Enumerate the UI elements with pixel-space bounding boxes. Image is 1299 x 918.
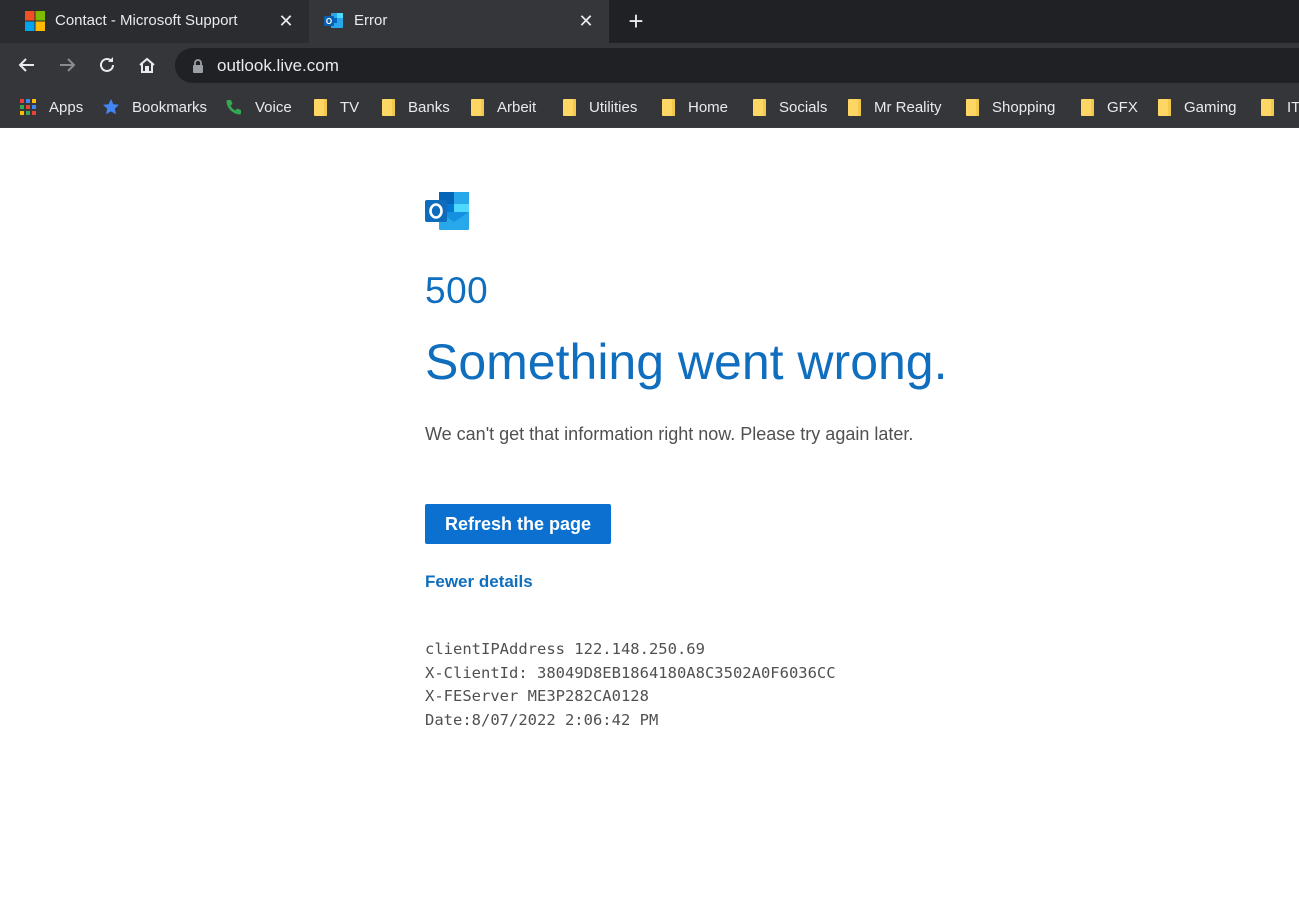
folder-icon — [314, 98, 327, 116]
bookmark-label: Arbeit — [497, 98, 537, 116]
bookmark-label: Banks — [408, 98, 450, 116]
bookmark-label: Bookmarks — [132, 98, 208, 116]
tab-contact-microsoft-support[interactable]: Contact - Microsoft Support ✕ — [0, 0, 309, 43]
voice-phone-icon — [226, 100, 241, 115]
bookmarks-bar: Apps Bookmarks Voice TV Banks Arbeit Uti… — [0, 87, 1299, 128]
tab-title: Error — [354, 12, 388, 29]
svg-text:O: O — [326, 17, 332, 26]
bookmark-folder-tv[interactable]: TV — [314, 96, 359, 118]
folder-icon — [382, 98, 395, 116]
bookmark-folder-arbeit[interactable]: Arbeit — [471, 96, 536, 118]
bookmark-folder-home[interactable]: Home — [662, 96, 728, 118]
refresh-page-button[interactable]: Refresh the page — [425, 504, 611, 544]
bookmark-voice[interactable]: Voice — [225, 96, 292, 118]
outlook-logo-icon — [425, 192, 469, 230]
bookmark-folder-banks[interactable]: Banks — [382, 96, 450, 118]
close-icon[interactable]: ✕ — [575, 10, 597, 32]
bookmark-folder-gfx[interactable]: GFX — [1081, 96, 1138, 118]
url-text: outlook.live.com — [217, 56, 339, 75]
bookmark-folder-socials[interactable]: Socials — [753, 96, 827, 118]
bookmark-bookmarks[interactable]: Bookmarks — [102, 96, 207, 118]
error-message: We can't get that information right now.… — [425, 424, 914, 444]
bookmark-label: Home — [688, 98, 729, 116]
folder-icon — [966, 98, 979, 116]
back-arrow-icon[interactable] — [14, 52, 40, 78]
microsoft-logo-icon — [25, 11, 45, 31]
bookmark-apps[interactable]: Apps — [19, 96, 83, 118]
error-headline: Something went wrong. — [425, 334, 948, 390]
bookmark-folder-gaming[interactable]: Gaming — [1158, 96, 1237, 118]
bookmark-folder-shopping[interactable]: Shopping — [966, 96, 1055, 118]
tab-error[interactable]: O Error ✕ — [309, 0, 609, 43]
bookmark-label: Socials — [779, 98, 828, 116]
new-tab-plus-icon[interactable]: + — [622, 8, 650, 36]
browser-toolbar: outlook.live.com — [0, 43, 1299, 87]
diagnostic-line: X-FEServer ME3P282CA0128 — [425, 687, 649, 706]
bookmark-label: TV — [340, 98, 360, 116]
diagnostic-line: Date:8/07/2022 2:06:42 PM — [425, 711, 659, 730]
bookmark-label: GFX — [1107, 98, 1138, 116]
diagnostic-line: X-ClientId: 38049D8EB1864180A8C3502A0F60… — [425, 663, 836, 682]
folder-icon — [753, 98, 766, 116]
bookmark-label: IT — [1287, 98, 1299, 116]
folder-icon — [471, 98, 484, 116]
folder-icon — [1081, 98, 1094, 116]
folder-icon — [1261, 98, 1274, 116]
folder-icon — [563, 98, 576, 116]
forward-arrow-icon[interactable] — [54, 52, 80, 78]
outlook-icon: O — [324, 13, 343, 28]
close-icon[interactable]: ✕ — [275, 10, 297, 32]
folder-icon — [662, 98, 675, 116]
status-code: 500 — [425, 270, 489, 311]
address-bar[interactable]: outlook.live.com — [175, 48, 1299, 83]
folder-icon — [848, 98, 861, 116]
bookmark-label: Apps — [49, 98, 84, 116]
bookmark-label: Shopping — [992, 98, 1056, 116]
tab-title: Contact - Microsoft Support — [55, 12, 238, 29]
bookmark-folder-it[interactable]: IT — [1261, 96, 1299, 118]
bookmark-folder-utilities[interactable]: Utilities — [563, 96, 637, 118]
bookmark-label: Gaming — [1184, 98, 1237, 116]
diagnostic-details: clientIPAddress 122.148.250.69 X-ClientI… — [425, 638, 836, 733]
bookmark-label: Utilities — [589, 98, 638, 116]
star-icon — [103, 99, 119, 115]
apps-grid-icon — [20, 99, 36, 115]
bookmark-folder-mr-reality[interactable]: Mr Reality — [848, 96, 942, 118]
diagnostic-line: clientIPAddress 122.148.250.69 — [425, 640, 705, 658]
lock-icon — [193, 59, 203, 73]
fewer-details-link[interactable]: Fewer details — [425, 572, 533, 592]
folder-icon — [1158, 98, 1171, 116]
bookmark-label: Mr Reality — [874, 98, 942, 116]
tab-strip: Contact - Microsoft Support ✕ O Error ✕ … — [0, 0, 1299, 43]
home-icon[interactable] — [134, 52, 160, 78]
reload-icon[interactable] — [94, 52, 120, 78]
bookmark-label: Voice — [255, 98, 292, 116]
